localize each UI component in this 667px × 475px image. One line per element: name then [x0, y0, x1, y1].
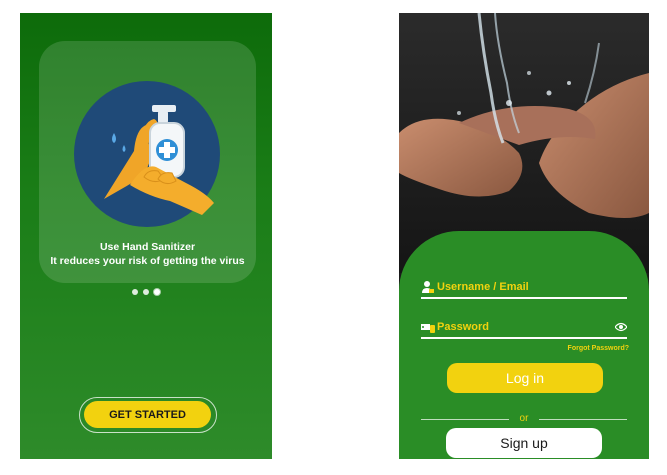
- username-input[interactable]: [437, 277, 607, 297]
- onboarding-screen: Use Hand Sanitizer It reduces your risk …: [20, 13, 272, 459]
- hand-sanitizer-icon: [74, 81, 220, 227]
- password-field: [421, 317, 627, 339]
- login-button[interactable]: Log in: [447, 363, 603, 393]
- password-input[interactable]: [437, 317, 607, 337]
- slide-subtitle: It reduces your risk of getting the viru…: [50, 255, 245, 267]
- username-field: [421, 277, 627, 299]
- user-icon: [422, 281, 434, 293]
- slide-title: Use Hand Sanitizer: [99, 241, 196, 253]
- get-started-ring: GET STARTED: [79, 397, 217, 433]
- login-panel: Forgot Password? Log in or Sign up: [399, 231, 649, 459]
- divider-line: [539, 419, 627, 420]
- eye-icon[interactable]: [615, 322, 627, 332]
- onboarding-card: Use Hand Sanitizer It reduces your risk …: [39, 41, 256, 283]
- get-started-button[interactable]: GET STARTED: [84, 401, 211, 428]
- or-divider: or: [421, 413, 627, 425]
- page-dot-active[interactable]: [154, 289, 160, 295]
- page-indicator: [20, 289, 272, 295]
- key-icon: [421, 324, 435, 333]
- signup-button[interactable]: Sign up: [446, 428, 602, 458]
- forgot-password-link[interactable]: Forgot Password?: [568, 345, 629, 352]
- login-screen: Forgot Password? Log in or Sign up: [399, 13, 649, 459]
- page-dot[interactable]: [132, 289, 138, 295]
- page-dot[interactable]: [143, 289, 149, 295]
